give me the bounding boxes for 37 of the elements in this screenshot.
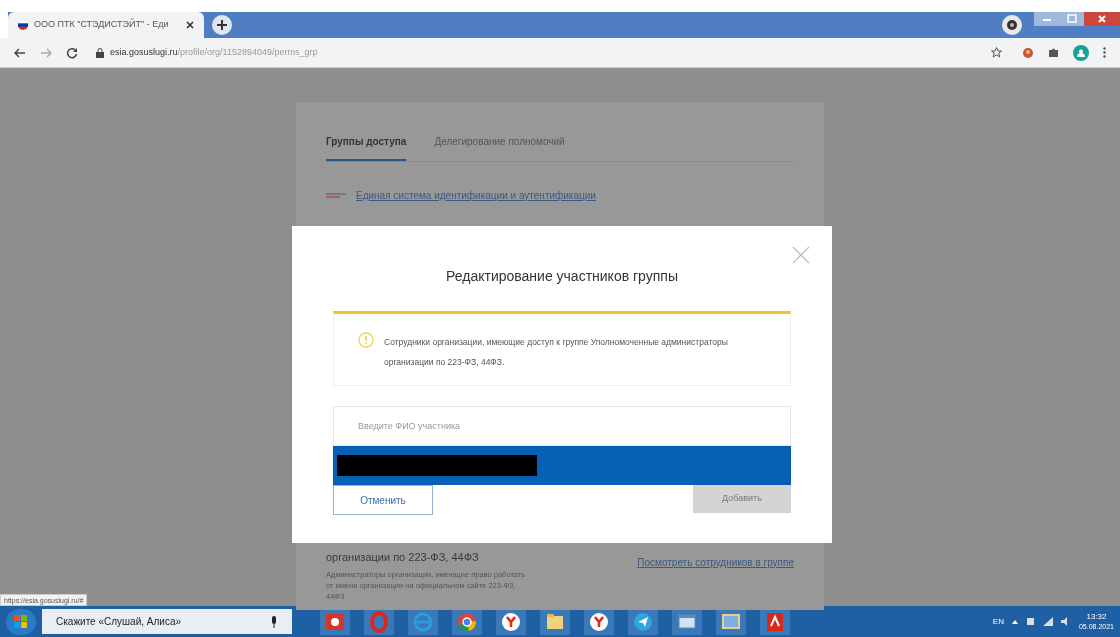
plus-icon [217, 20, 227, 30]
flag-icon [18, 20, 28, 30]
close-window-icon[interactable] [1084, 12, 1120, 26]
taskbar-search-field[interactable]: Скажите «Слушай, Алиса» [42, 609, 292, 634]
avatar[interactable] [1073, 44, 1089, 61]
star-icon[interactable] [991, 47, 1002, 58]
caret-up-icon[interactable] [1011, 619, 1018, 624]
browser-tab[interactable]: ООО ПТК "СТЭДИСТЭЙТ" - Еди [8, 12, 204, 38]
group-title: организации по 223-ФЗ, 44ФЗ [326, 549, 480, 565]
member-search-field[interactable]: Введите ФИО участника [333, 406, 791, 446]
logo-icon [326, 192, 346, 199]
start-button[interactable] [6, 608, 36, 635]
address-field[interactable]: esia.gosuslugi.ru/profile/org/1152894049/perms_grp [110, 45, 318, 60]
extension-icon[interactable] [1022, 46, 1034, 59]
menu-icon[interactable] [1103, 47, 1106, 58]
profile-button[interactable] [1002, 15, 1022, 35]
cancel-button[interactable]: Отменить [333, 485, 433, 515]
notice-text: Сотрудники организации, имеющие доступ к группе Уполномоченные администраторы организации по 223-ФЗ, 44ФЗ. [384, 336, 729, 369]
new-tab-button[interactable] [212, 15, 232, 35]
back-icon[interactable] [14, 47, 26, 58]
profile-icon [1007, 20, 1017, 30]
close-icon[interactable] [186, 21, 194, 29]
exclamation-icon [358, 332, 374, 348]
clock-time: 13:32 [1086, 611, 1107, 622]
modal-title: Редактирование участников группы [445, 267, 679, 286]
language-indicator[interactable]: EN [992, 615, 1004, 628]
suggestion-row[interactable] [333, 446, 791, 485]
reload-icon[interactable] [66, 46, 78, 59]
lock-icon [96, 47, 104, 58]
signal-icon[interactable] [1042, 617, 1053, 626]
person-icon [1077, 48, 1085, 57]
microphone-icon[interactable] [270, 615, 278, 628]
network-icon[interactable] [1025, 617, 1035, 626]
windows-logo-icon [14, 614, 28, 629]
taskbar-search-placeholder: Скажите «Слушай, Алиса» [56, 615, 182, 629]
page-tab[interactable]: Группы доступа [326, 134, 407, 161]
tab-title: ООО ПТК "СТЭДИСТЭЙТ" - Еди [34, 18, 170, 32]
